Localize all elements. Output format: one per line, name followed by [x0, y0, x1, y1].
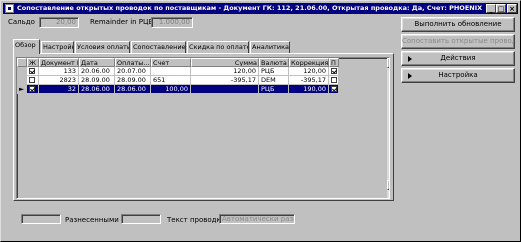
table-cell	[151, 67, 191, 76]
column-header-invoice[interactable]: Счет	[151, 58, 191, 67]
tab-analytics[interactable]: Аналитика	[250, 41, 290, 53]
entries-grid[interactable]: Ж Документ ГК Дата Оплаты... Счет Сумма …	[16, 57, 390, 199]
column-header-date[interactable]: Дата	[79, 58, 115, 67]
column-header-mark[interactable]: Ж	[27, 58, 39, 67]
vertical-scrollbar[interactable]	[387, 58, 389, 198]
table-cell: РЦБ	[259, 85, 289, 94]
tab-overview[interactable]: Обзор	[13, 39, 40, 54]
table-cell: 28.09.00	[79, 76, 115, 85]
remainder-field[interactable]: 1.000,00	[151, 17, 193, 28]
table-cell: 2823	[39, 76, 79, 85]
settings-label: Настройка	[438, 71, 478, 79]
table-cell[interactable]	[27, 85, 39, 94]
table-cell: 32	[39, 85, 79, 94]
window-title: Сопоставление открытых проводок по поста…	[17, 4, 483, 12]
submenu-arrow-icon	[408, 56, 412, 62]
table-cell: -395,17	[191, 76, 259, 85]
table-cell: 20.07.00	[115, 67, 151, 76]
table-cell: 28.09.00	[115, 76, 151, 85]
update-button[interactable]: Выполнить обновление	[401, 17, 515, 32]
table-cell: 651	[151, 76, 191, 85]
remainder-label: Remainder in РЦБ	[90, 18, 154, 26]
p-checkbox[interactable]	[331, 76, 337, 83]
close-button[interactable]: ×	[507, 4, 517, 13]
tab-payment-terms[interactable]: Условия оплаты	[75, 41, 130, 53]
row-indicator[interactable]	[17, 67, 27, 76]
entry-text-label: Текст проводки	[167, 216, 226, 224]
table-cell: 28.06.00	[115, 85, 151, 94]
column-header-payment-date[interactable]: Оплаты...	[115, 58, 151, 67]
balance-label: Сальдо	[8, 18, 35, 26]
row-indicator[interactable]	[17, 76, 27, 85]
tab-settings[interactable]: Настройки	[41, 41, 74, 53]
mark-checkbox[interactable]	[29, 85, 35, 92]
main-window: Сопоставление открытых проводок по поста…	[0, 0, 521, 242]
table-cell: 133	[39, 67, 79, 76]
p-checkbox[interactable]	[331, 67, 337, 74]
actions-label: Действия	[440, 54, 476, 62]
tab-matching[interactable]: Сопоставление	[131, 41, 186, 53]
table-cell: 190,00	[289, 85, 329, 94]
table-cell: 120,00	[289, 67, 329, 76]
table-cell: 120,00	[191, 67, 259, 76]
title-bar[interactable]: Сопоставление открытых проводок по поста…	[3, 3, 518, 14]
row-indicator-header	[17, 58, 27, 67]
column-header-currency[interactable]: Валюта	[259, 58, 289, 67]
column-header-document[interactable]: Документ ГК	[39, 58, 79, 67]
balance-field[interactable]: 20,00	[39, 17, 79, 28]
column-header-amount[interactable]: Сумма	[191, 58, 259, 67]
submenu-arrow-icon	[408, 73, 412, 79]
auto-matched-field[interactable]: Автоматически разнесено	[219, 214, 295, 224]
match-entries-button[interactable]: Сопоставить открытые проводки	[401, 34, 515, 49]
settings-button[interactable]: Настройка	[401, 68, 515, 83]
app-icon	[5, 4, 14, 13]
difference-value-field[interactable]	[121, 214, 161, 224]
table-cell: 28.06.00	[79, 85, 115, 94]
tab-payment-discount[interactable]: Скидка по оплате	[187, 41, 249, 53]
table-cell: -395,17	[289, 76, 329, 85]
table-cell: РЦБ	[259, 67, 289, 76]
minimize-button[interactable]: _	[486, 4, 496, 13]
scroll-up-button[interactable]	[387, 58, 389, 68]
difference-field[interactable]	[21, 214, 61, 224]
table-cell	[191, 85, 259, 94]
maximize-button[interactable]: □	[496, 4, 506, 13]
table-cell: 20.06.00	[79, 67, 115, 76]
table-cell[interactable]	[329, 85, 339, 94]
difference-label: Разнесенными	[65, 216, 119, 224]
mark-checkbox[interactable]	[29, 76, 35, 83]
column-header-correction[interactable]: Коррекция	[289, 58, 329, 67]
mark-checkbox[interactable]	[29, 67, 35, 74]
column-header-p[interactable]: П	[329, 58, 339, 67]
table-cell: 100,00	[151, 85, 191, 94]
table-cell[interactable]	[27, 67, 39, 76]
table-cell[interactable]	[329, 76, 339, 85]
scroll-down-button[interactable]	[387, 180, 389, 190]
table-cell: DEM	[259, 76, 289, 85]
p-checkbox[interactable]	[331, 85, 337, 92]
table-cell[interactable]	[27, 76, 39, 85]
row-indicator-current[interactable]: ►	[17, 85, 27, 94]
table-cell[interactable]	[329, 67, 339, 76]
actions-button[interactable]: Действия	[401, 51, 515, 66]
